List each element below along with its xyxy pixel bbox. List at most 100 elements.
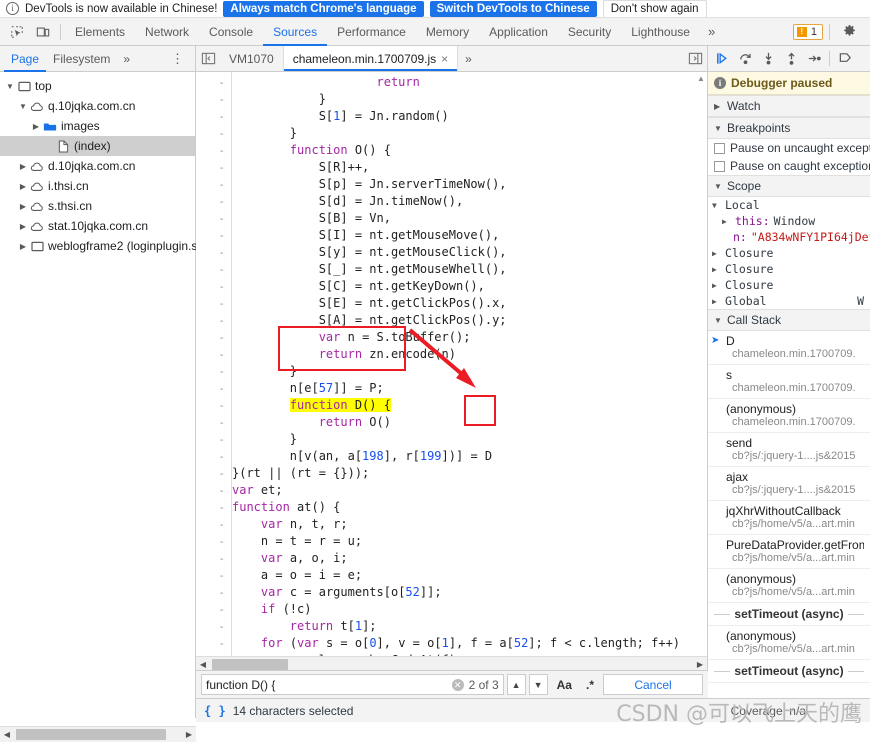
step-icon[interactable] [803, 48, 825, 70]
chevron-down-icon[interactable]: ▼ [17, 102, 29, 111]
section-watch[interactable]: ▶ Watch [708, 95, 870, 117]
step-over-icon[interactable] [734, 48, 756, 70]
always-match-language-button[interactable]: Always match Chrome's language [223, 0, 424, 17]
chevron-down-icon[interactable]: ▼ [4, 82, 16, 91]
scope-global[interactable]: ▶ Global W [708, 293, 870, 309]
checkbox[interactable] [714, 142, 725, 154]
chevron-right-icon[interactable]: ▶ [712, 297, 721, 306]
panel-collapse-left-icon[interactable] [196, 46, 220, 71]
device-toolbar-icon[interactable] [30, 19, 56, 45]
callstack-frame[interactable]: ➤ Dchameleon.min.1700709. [708, 331, 870, 365]
chevron-right-icon[interactable]: ▶ [722, 217, 731, 226]
tab-elements[interactable]: Elements [65, 18, 135, 46]
chevron-right-icon[interactable]: ▶ [714, 102, 723, 111]
scroll-left-icon[interactable]: ◀ [0, 730, 14, 739]
tree-item-s-thsi[interactable]: ▶ s.thsi.cn [0, 196, 195, 216]
dont-show-again-button[interactable]: Don't show again [602, 0, 707, 17]
tab-lighthouse[interactable]: Lighthouse [621, 18, 700, 46]
tree-item-d-10jqka[interactable]: ▶ d.10jqka.com.cn [0, 156, 195, 176]
scope-n[interactable]: n: "A834wNFY1PI64jDef [708, 229, 870, 245]
hscroll-thumb[interactable] [212, 659, 288, 670]
scroll-right-icon[interactable]: ▶ [693, 660, 707, 669]
tree-item-i-thsi[interactable]: ▶ i.thsi.cn [0, 176, 195, 196]
switch-to-chinese-button[interactable]: Switch DevTools to Chinese [429, 0, 597, 17]
callstack-frame[interactable]: PureDataProvider.getFrom cb?js/home/v5/a.… [708, 535, 870, 569]
deactivate-breakpoints-icon[interactable] [834, 48, 856, 70]
editor-tab-chameleon[interactable]: chameleon.min.1700709.js × [283, 46, 459, 71]
tab-application[interactable]: Application [479, 18, 558, 46]
warning-badge[interactable]: ! 1 [792, 23, 823, 40]
scroll-left-icon[interactable]: ◀ [196, 660, 210, 669]
search-next-button[interactable]: ▼ [528, 674, 548, 695]
chevron-right-icon[interactable]: ▶ [30, 122, 42, 131]
tab-security[interactable]: Security [558, 18, 621, 46]
chevron-right-icon[interactable]: ▶ [17, 162, 29, 171]
step-into-icon[interactable] [757, 48, 779, 70]
chevron-down-icon[interactable]: ▼ [714, 316, 723, 325]
more-tabs-icon[interactable]: » [700, 24, 723, 39]
inspect-cursor-icon[interactable] [4, 19, 30, 45]
gear-icon[interactable] [836, 19, 862, 45]
page-horizontal-scrollbar[interactable]: ◀ ▶ [0, 726, 196, 742]
clear-icon[interactable]: ✕ [451, 678, 464, 691]
chevron-right-icon[interactable]: ▶ [17, 242, 29, 251]
tree-item-images[interactable]: ▶ images [0, 116, 195, 136]
chevron-right-icon[interactable]: ▶ [712, 265, 721, 274]
chevron-down-icon[interactable]: ▼ [714, 182, 723, 191]
tree-item-q-10jqka[interactable]: ▼ q.10jqka.com.cn [0, 96, 195, 116]
section-breakpoints[interactable]: ▼ Breakpoints [708, 117, 870, 139]
scope-closure-2[interactable]: ▶ Closure [708, 261, 870, 277]
search-value[interactable]: function D() { [206, 678, 447, 692]
scope-local[interactable]: ▼ Local [708, 197, 870, 213]
callstack-frame[interactable]: jqXhrWithoutCallback cb?js/home/v5/a...ar… [708, 501, 870, 535]
chevron-right-icon[interactable]: ▶ [712, 249, 721, 258]
chevron-down-icon[interactable]: ▼ [714, 124, 723, 133]
regex-button[interactable]: .* [581, 678, 599, 692]
scope-this[interactable]: ▶ this: Window [708, 213, 870, 229]
search-prev-button[interactable]: ▲ [506, 674, 526, 695]
panel-collapse-right-icon[interactable] [683, 46, 707, 71]
search-input[interactable]: function D() { ✕ 2 of 3 [201, 674, 504, 695]
tree-item-stat-10jqka[interactable]: ▶ stat.10jqka.com.cn [0, 216, 195, 236]
vertical-scrollbar[interactable]: ▲ ▼ [695, 72, 707, 686]
source-code[interactable]: return } S[1] = Jn.random() } function O… [232, 72, 695, 686]
cancel-button[interactable]: Cancel [603, 674, 703, 695]
callstack-frame[interactable]: ajax cb?js/:jquery-1....js&2015 [708, 467, 870, 501]
pause-uncaught-row[interactable]: Pause on uncaught except [708, 139, 870, 157]
chevron-right-icon[interactable]: ▶ [17, 222, 29, 231]
chevron-right-icon[interactable]: ▶ [17, 182, 29, 191]
callstack-frame[interactable]: s chameleon.min.1700709. [708, 365, 870, 399]
tab-memory[interactable]: Memory [416, 18, 479, 46]
more-vertical-icon[interactable]: ⋮ [164, 51, 191, 67]
scope-closure-3[interactable]: ▶ Closure [708, 277, 870, 293]
more-editor-tabs-icon[interactable]: » [458, 46, 479, 71]
tree-item-top[interactable]: ▼ top [0, 76, 195, 96]
page-hscroll-thumb[interactable] [16, 729, 166, 740]
tab-network[interactable]: Network [135, 18, 199, 46]
callstack-frame[interactable]: (anonymous) cb?js/home/v5/a...art.min [708, 626, 870, 660]
scope-closure-1[interactable]: ▶ Closure [708, 245, 870, 261]
step-out-icon[interactable] [780, 48, 802, 70]
section-callstack[interactable]: ▼ Call Stack [708, 309, 870, 331]
tree-item-index[interactable]: (index) [0, 136, 195, 156]
tab-console[interactable]: Console [199, 18, 263, 46]
checkbox[interactable] [714, 160, 725, 172]
tab-performance[interactable]: Performance [327, 18, 416, 46]
resume-script-icon[interactable] [711, 48, 733, 70]
callstack-frame[interactable]: (anonymous) chameleon.min.1700709. [708, 399, 870, 433]
chevron-right-icon[interactable]: ▶ [17, 202, 29, 211]
navigator-tab-page[interactable]: Page [4, 46, 46, 72]
callstack-frame[interactable]: (anonymous) cb?js/home/v5/a...art.min [708, 569, 870, 603]
scroll-right-icon[interactable]: ▶ [182, 730, 196, 739]
pause-caught-row[interactable]: Pause on caught exception [708, 157, 870, 175]
navigator-more-icon[interactable]: » [117, 52, 136, 66]
chevron-down-icon[interactable]: ▼ [712, 201, 721, 210]
tree-item-weblogframe2[interactable]: ▶ weblogframe2 (loginplugin.s [0, 236, 198, 256]
code-area[interactable]: ------------------------------------ ret… [196, 72, 707, 686]
section-scope[interactable]: ▼ Scope [708, 175, 870, 197]
close-icon[interactable]: × [441, 52, 448, 66]
scroll-up-icon[interactable]: ▲ [695, 74, 707, 83]
tab-sources[interactable]: Sources [263, 18, 327, 46]
callstack-frame[interactable]: send cb?js/:jquery-1....js&2015 [708, 433, 870, 467]
editor-tab-vm1070[interactable]: VM1070 [220, 46, 284, 71]
